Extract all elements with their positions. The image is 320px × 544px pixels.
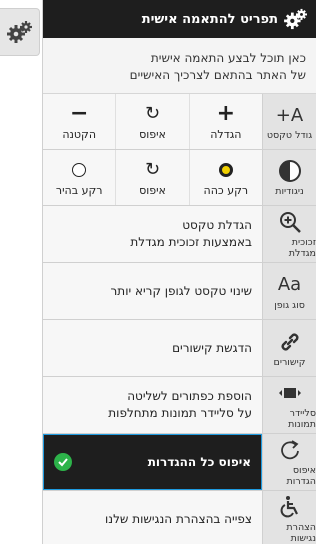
highlight-links-row[interactable]: קישורים הדגשת קישורים: [43, 320, 316, 377]
contrast-row: ניגודיות רקע כהה ↻ איפוס רקע בהיר: [43, 150, 316, 206]
links-label: קישורים: [273, 356, 306, 368]
magnifier-icon-cell: זכוכית מגדלת: [262, 206, 316, 262]
statement-icon-cell: הצהרת נגישות: [262, 491, 316, 544]
panel-intro: כאן תוכל לבצע התאמה אישית של האתר בהתאם …: [43, 38, 316, 94]
panel-title: תפריט להתאמה אישית: [141, 11, 278, 27]
intro-line-2: של האתר בהתאם לצרכיך האישיים: [129, 68, 306, 82]
magnifier-text-line-1: הגדלת טקסט: [182, 218, 252, 232]
magnifier-text: הגדלת טקסט באמצעות זכוכית מגדלת: [43, 206, 262, 262]
reset-text-size-label: איפוס: [139, 127, 166, 141]
reset-all-text: איפוס כל ההגדרות: [147, 454, 251, 469]
contrast-buttons: רקע כהה ↻ איפוס רקע בהיר: [43, 150, 262, 205]
check-icon: [54, 453, 72, 471]
accessibility-panel: תפריט להתאמה אישית כאן תוכל לבצע התאמה א…: [42, 0, 316, 544]
readable-font-row[interactable]: Aa סוג גופן שינוי טקסט לגופן קריא יותר: [43, 263, 316, 320]
links-text: הדגשת קישורים: [43, 320, 262, 376]
panel-header: תפריט להתאמה אישית: [43, 0, 316, 38]
minus-icon: −: [69, 100, 89, 126]
increase-text-button[interactable]: + הגדלה: [188, 94, 262, 149]
slider-icon: [278, 380, 302, 406]
slider-text-line-2: על סליידר תמונות מתחלפות: [108, 406, 252, 420]
light-background-button[interactable]: רקע בהיר: [43, 150, 115, 205]
link-icon: [278, 329, 302, 355]
gears-icon: [6, 21, 32, 43]
decrease-text-button[interactable]: − הקטנה: [43, 94, 115, 149]
reset-label: איפוס הגדרות: [286, 465, 316, 487]
statement-label: הצהרת נגישות: [286, 522, 316, 544]
light-background-radio-icon: [72, 162, 87, 177]
magnifier-row[interactable]: זכוכית מגדלת הגדלת טקסט באמצעות זכוכית מ…: [43, 206, 316, 263]
reset-text-size-button[interactable]: ↻ איפוס: [115, 94, 188, 149]
slider-icon-cell: סליידר תמונות: [262, 377, 316, 433]
slider-controls-row[interactable]: סליידר תמונות הוספת כפתורים לשליטה על סל…: [43, 377, 316, 434]
accessibility-toggle-button[interactable]: [0, 8, 40, 56]
links-icon-cell: קישורים: [262, 320, 316, 376]
slider-label: סליידר תמונות: [288, 408, 316, 430]
slider-text-line-1: הוספת כפתורים לשליטה: [127, 389, 252, 403]
refresh-icon: ↻: [144, 102, 161, 124]
refresh-icon: [278, 437, 302, 463]
reset-all-button[interactable]: איפוס כל ההגדרות: [43, 434, 262, 490]
reset-all-row[interactable]: איפוס הגדרות איפוס כל ההגדרות: [43, 434, 316, 491]
font-text: שינוי טקסט לגופן קריא יותר: [43, 263, 262, 319]
accessibility-statement-row[interactable]: הצהרת נגישות צפייה בהצהרת הנגישות שלנו: [43, 491, 316, 544]
text-size-icon-cell: A+ גודל טקסט: [262, 94, 316, 149]
light-background-label: רקע בהיר: [55, 183, 103, 197]
reset-contrast-label: איפוס: [139, 183, 166, 197]
contrast-icon: [278, 158, 302, 184]
text-size-label: גודל טקסט: [266, 130, 313, 141]
reset-contrast-button[interactable]: ↻ איפוס: [115, 150, 188, 205]
dark-background-label: רקע כהה: [203, 183, 249, 197]
decrease-text-label: הקטנה: [62, 127, 97, 141]
magnifier-label: זכוכית מגדלת: [288, 237, 316, 259]
refresh-icon: ↻: [144, 158, 161, 180]
dark-background-button[interactable]: רקע כהה: [188, 150, 262, 205]
zoom-in-icon: [278, 209, 302, 235]
plus-icon: +: [216, 100, 236, 126]
font-icon: Aa: [277, 274, 302, 295]
font-icon-cell: Aa סוג גופן: [262, 263, 316, 319]
contrast-icon-cell: ניגודיות: [262, 150, 316, 205]
reset-icon-cell: איפוס הגדרות: [262, 434, 316, 490]
font-label: סוג גופן: [274, 299, 305, 311]
slider-text: הוספת כפתורים לשליטה על סליידר תמונות מת…: [43, 377, 262, 433]
dark-background-radio-icon: [218, 162, 233, 177]
gears-icon: [284, 8, 308, 30]
increase-text-label: הגדלה: [210, 127, 242, 141]
statement-text: צפייה בהצהרת הנגישות שלנו: [43, 491, 262, 544]
magnifier-text-line-2: באמצעות זכוכית מגדלת: [130, 235, 252, 249]
text-size-icon: A+: [275, 104, 304, 126]
wheelchair-icon: [278, 494, 302, 520]
contrast-label: ניגודיות: [275, 186, 304, 197]
text-size-buttons: + הגדלה ↻ איפוס − הקטנה: [43, 94, 262, 149]
intro-line-1: כאן תוכל לבצע התאמה אישית: [150, 51, 306, 65]
text-size-row: A+ גודל טקסט + הגדלה ↻ איפוס − הקטנה: [43, 94, 316, 150]
